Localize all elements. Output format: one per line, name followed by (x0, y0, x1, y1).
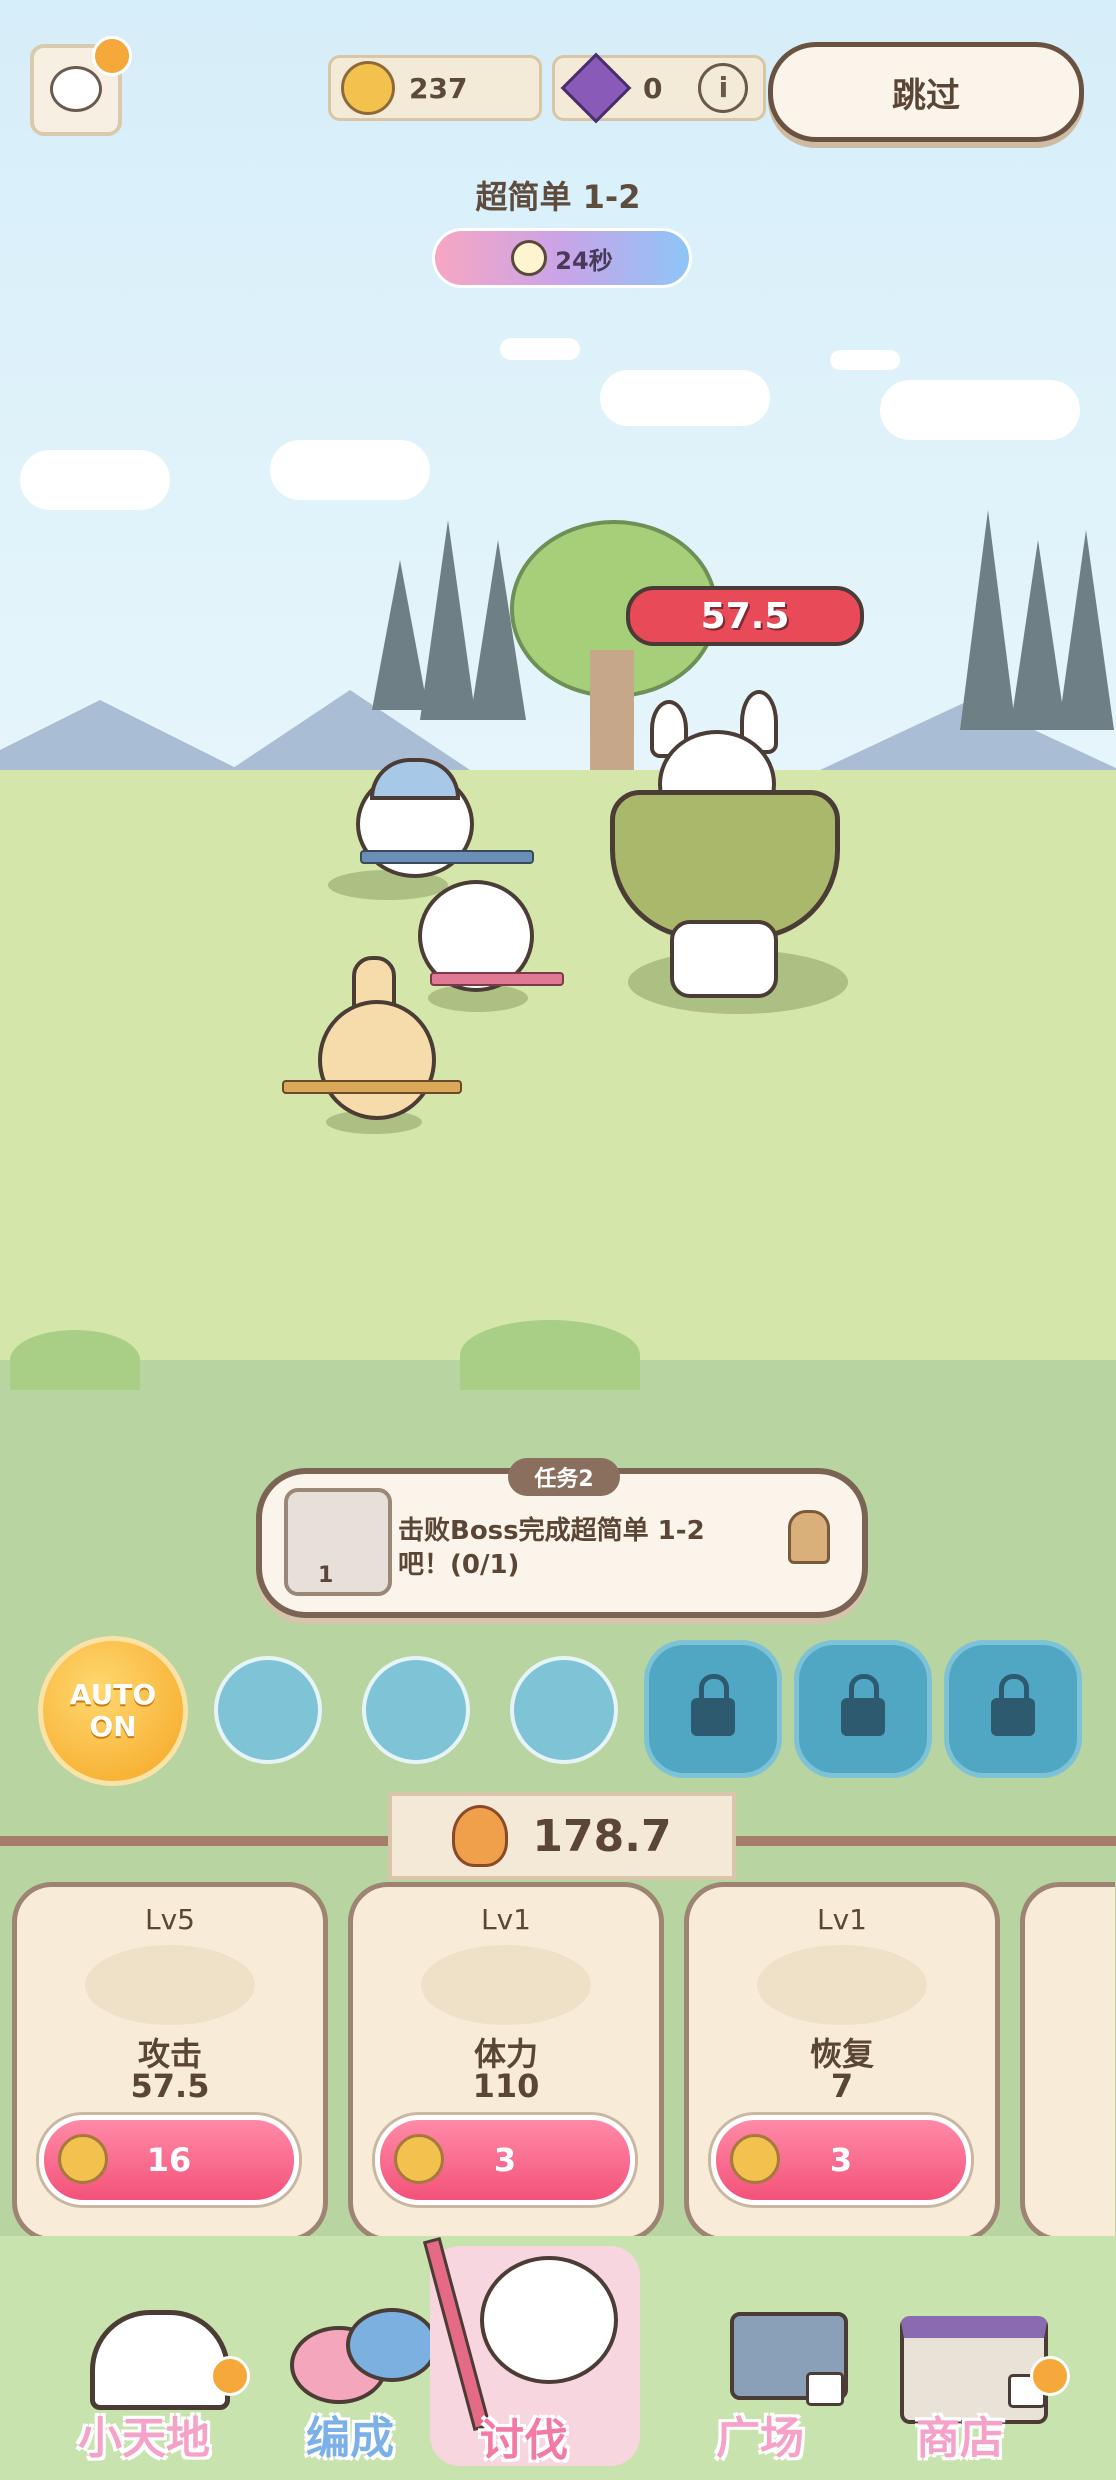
notification-dot (210, 2356, 250, 2396)
heart-plus-icon (757, 1945, 927, 2025)
upgrade-cost: 3 (493, 2141, 517, 2179)
boss-shield (610, 790, 840, 940)
stage-title: 超简单 1-2 (475, 178, 641, 216)
locked-slot[interactable] (794, 1640, 932, 1778)
cloud (830, 350, 900, 370)
boss-character[interactable] (610, 690, 840, 998)
coin-count: 237 (409, 71, 468, 105)
upgrade-card-recovery: Lv1 恢复 7 3 (684, 1882, 1000, 2242)
card-value: 7 (830, 2067, 854, 2105)
gem-icon (560, 52, 632, 124)
coin-icon (394, 2134, 444, 2184)
cloud (600, 370, 770, 426)
power-display: 178.7 (388, 1792, 736, 1880)
skill-slot-trident[interactable] (214, 1656, 322, 1764)
card-value: 57.5 (130, 2067, 210, 2105)
boss-legs (670, 920, 778, 998)
card-level: Lv1 (817, 1903, 867, 1936)
stopwatch-icon (511, 240, 548, 276)
upgrade-cost: 3 (829, 2141, 853, 2179)
coin-icon (58, 2134, 108, 2184)
pink-weapon (430, 972, 564, 986)
gem-count: 0 (643, 71, 663, 105)
mission-panel[interactable]: 1 任务2 击败Boss完成超简单 1-2吧！(0/1) (256, 1458, 868, 1618)
mission-icon-count: 1 (318, 1563, 334, 1588)
card-level: Lv1 (481, 1903, 531, 1936)
auto-toggle-button[interactable]: AUTO ON (38, 1636, 188, 1786)
locked-slot[interactable] (944, 1640, 1082, 1778)
bell-icon (788, 1510, 830, 1564)
lock-icon (991, 1674, 1035, 1736)
nav-item-plaza[interactable]: 广场 (690, 2290, 880, 2470)
house-icon (90, 2310, 230, 2410)
mission-tag: 任务2 (508, 1458, 620, 1496)
timer-text: 24秒 (555, 246, 613, 275)
grass-field (0, 770, 1116, 1370)
upgrade-recovery-button[interactable]: 3 (711, 2115, 971, 2205)
card-value: 110 (472, 2067, 540, 2105)
lock-icon (806, 2372, 844, 2406)
notification-dot (1030, 2356, 1070, 2396)
upgrade-card-partial[interactable] (1020, 1882, 1115, 2242)
nav-item-shop[interactable]: 商店 (880, 2290, 1070, 2470)
upgrade-card-stamina: Lv1 体力 110 3 (348, 1882, 664, 2242)
skill-slot-trident[interactable] (362, 1656, 470, 1764)
timer-bar: 24秒 (432, 228, 692, 288)
pine-tree (1058, 530, 1114, 730)
cloud (270, 440, 430, 500)
attack-icon (85, 1945, 255, 2025)
bush (460, 1320, 640, 1390)
flame-weapon-icon (452, 1805, 509, 1867)
boss-hp-bar: 57.5 (626, 586, 864, 646)
locked-slot[interactable] (644, 1640, 782, 1778)
coin-icon (341, 61, 395, 115)
chiikawa-battle-icon (480, 2256, 618, 2384)
staff-weapon (282, 1080, 462, 1094)
coin-icon (730, 2134, 780, 2184)
avatar-icon (50, 66, 102, 112)
skip-button[interactable]: 跳过 (768, 42, 1084, 142)
mountain (0, 700, 240, 770)
pine-tree (960, 510, 1016, 730)
nav-label-shop: 商店 (916, 2413, 1004, 2464)
gem-counter: 0 i (552, 52, 766, 124)
nav-item-home[interactable]: 小天地 (60, 2290, 250, 2470)
nav-label-plaza: 广场 (716, 2413, 804, 2464)
power-value: 178.7 (532, 1810, 672, 1862)
upgrade-cost: 16 (146, 2141, 192, 2179)
coin-counter: 237 (328, 55, 542, 121)
pine-tree (420, 520, 476, 720)
nav-label-team: 编成 (306, 2413, 394, 2464)
upgrade-attack-button[interactable]: 16 (39, 2115, 299, 2205)
notification-dot (92, 36, 132, 76)
info-icon[interactable]: i (698, 63, 749, 113)
cloud (880, 380, 1080, 440)
nav-label-home: 小天地 (78, 2413, 210, 2464)
upgrade-card-attack: Lv5 攻击 57.5 16 (12, 1882, 328, 2242)
cloud (500, 338, 580, 360)
lock-icon (691, 1674, 735, 1736)
auto-state: ON (89, 1710, 137, 1743)
lock-icon (841, 1674, 885, 1736)
mission-text: 击败Boss完成超简单 1-2吧！(0/1) (398, 1516, 705, 1580)
skill-slot-staff[interactable] (510, 1656, 618, 1764)
card-level: Lv5 (145, 1903, 195, 1936)
trident-weapon (360, 850, 534, 864)
cloud (20, 450, 170, 510)
mission-weapon-icon: 1 (284, 1488, 392, 1596)
auto-label: AUTO (69, 1678, 157, 1711)
heart-icon (421, 1945, 591, 2025)
usagi-character[interactable] (318, 1000, 436, 1120)
bush (10, 1330, 140, 1390)
nav-item-battle[interactable]: 讨伐 (420, 2236, 650, 2480)
nav-label-battle: 讨伐 (480, 2415, 568, 2466)
upgrade-stamina-button[interactable]: 3 (375, 2115, 635, 2205)
